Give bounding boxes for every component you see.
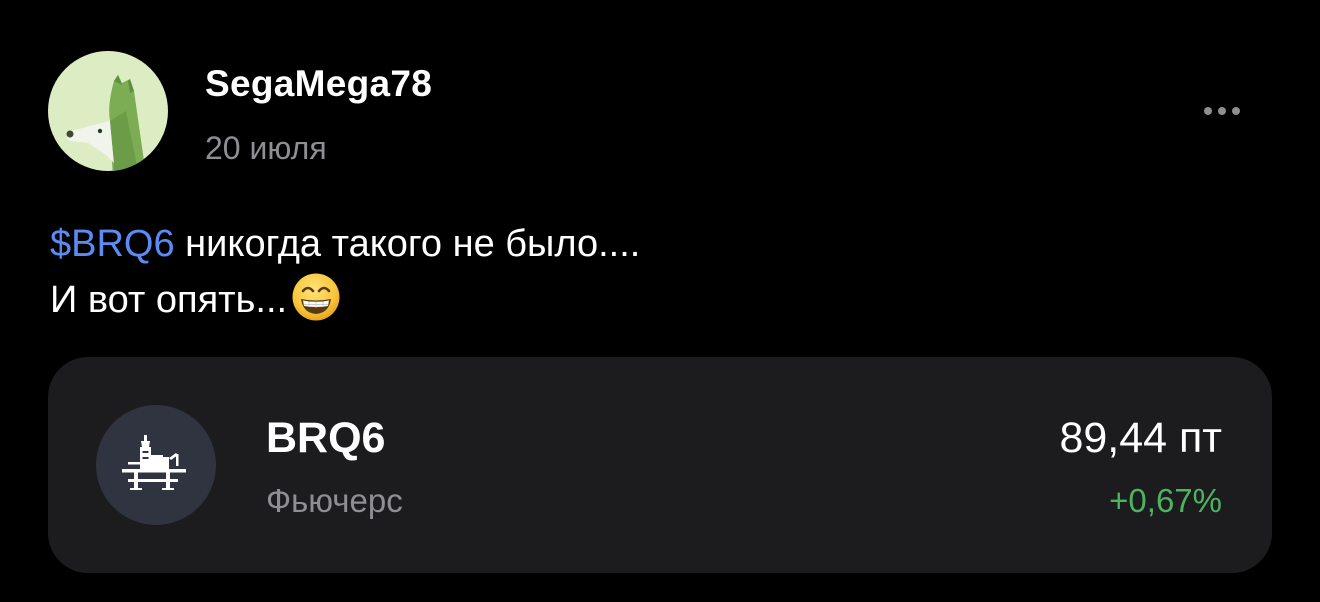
post-text-line-2-text: И вот опять... (50, 279, 288, 321)
ticker-link[interactable]: $BRQ6 (50, 223, 175, 265)
instrument-ticker: BRQ6 (266, 414, 386, 462)
instrument-logo (96, 405, 216, 525)
oil-platform-icon (122, 435, 186, 490)
author-username[interactable]: SegaMega78 (205, 62, 432, 106)
instrument-price-change: +0,67% (1109, 482, 1222, 519)
post-text-line-1: $BRQ6 никогда такого не было.... (50, 216, 640, 272)
instrument-price: 89,44 пт (1059, 414, 1222, 462)
post-text-line-1-rest: никогда такого не было.... (174, 223, 641, 265)
more-horizontal-icon-dot (1232, 107, 1240, 115)
more-options-button[interactable] (1192, 94, 1252, 128)
dog-avatar-icon (48, 51, 168, 171)
more-horizontal-icon-dot (1218, 107, 1226, 115)
post-date: 20 июля (205, 130, 327, 166)
author-avatar[interactable] (48, 51, 168, 171)
post-body: $BRQ6 никогда такого не было.... И вот о… (50, 216, 640, 338)
instrument-card[interactable]: BRQ6 Фьючерс 89,44 пт +0,67% (48, 357, 1272, 573)
more-horizontal-icon (1204, 107, 1212, 115)
grinning-face-emoji-icon (291, 272, 341, 338)
instrument-type: Фьючерс (266, 482, 403, 519)
post-text-line-2: И вот опять... (50, 272, 640, 338)
